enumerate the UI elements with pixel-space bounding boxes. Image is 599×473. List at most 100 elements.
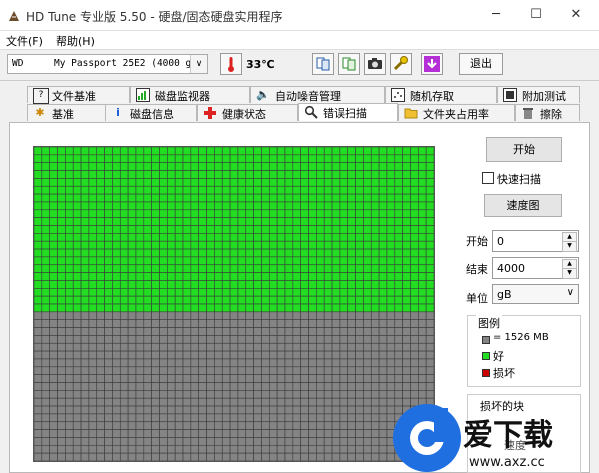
tab-extra-tests[interactable]: 附加测试 <box>497 86 580 103</box>
spin-down-icon[interactable]: ▼ <box>562 268 577 279</box>
scan-block <box>355 233 364 242</box>
scan-block <box>72 147 82 156</box>
scan-block <box>198 445 207 454</box>
scan-block <box>308 280 317 289</box>
scan-block <box>237 170 247 179</box>
scan-block <box>96 248 105 258</box>
scan-block <box>65 248 74 258</box>
scan-block <box>253 327 262 336</box>
maximize-button[interactable]: ☐ <box>526 6 546 24</box>
scan-block <box>425 193 434 203</box>
scan-block <box>323 319 333 328</box>
scan-block <box>41 170 50 179</box>
scan-block <box>127 178 137 187</box>
unit-select[interactable]: gB ∨ <box>492 284 579 304</box>
scan-block <box>378 303 388 313</box>
scan-block <box>268 366 278 375</box>
scan-block <box>284 170 294 179</box>
scan-block <box>284 288 294 297</box>
scan-block <box>323 311 333 320</box>
scan-block <box>237 335 247 344</box>
copy-all-button[interactable] <box>338 53 360 75</box>
scan-block <box>112 185 121 195</box>
scan-block <box>151 327 160 336</box>
tab-erase[interactable]: 擦除 <box>515 104 580 121</box>
scan-block <box>268 429 278 438</box>
scan-block <box>72 295 82 305</box>
scan-block <box>300 437 309 446</box>
spin-down-icon[interactable]: ▼ <box>562 241 577 252</box>
tab-disk-info[interactable]: i 磁盘信息 <box>105 104 197 121</box>
scan-block <box>143 382 152 391</box>
tab-disk-monitor[interactable]: 磁盘监视器 <box>130 86 250 103</box>
scan-block <box>268 421 278 430</box>
scan-block <box>143 413 152 423</box>
scan-block <box>370 162 380 171</box>
save-button[interactable] <box>421 53 443 75</box>
scan-block <box>151 264 160 273</box>
tab-noise-management[interactable]: 🔈 自动噪音管理 <box>250 86 385 103</box>
scan-block <box>253 162 262 171</box>
close-button[interactable]: ✕ <box>566 6 586 24</box>
thermometer-icon <box>220 53 242 75</box>
scan-block <box>402 350 411 360</box>
scan-block <box>339 413 349 423</box>
scan-block <box>96 437 105 446</box>
speed-map-button[interactable]: 速度图 <box>484 194 562 217</box>
scan-block <box>151 397 160 407</box>
tab-file-benchmark[interactable]: ? 文件基准 <box>27 86 130 104</box>
scan-block <box>394 233 403 242</box>
scan-block <box>34 256 43 266</box>
scan-block <box>190 358 200 368</box>
start-scan-button[interactable]: 开始 <box>486 137 562 162</box>
scan-block <box>292 280 301 289</box>
scan-block <box>284 193 294 203</box>
screenshot-button[interactable] <box>364 53 386 75</box>
menu-help[interactable]: 帮助(H) <box>56 33 95 49</box>
scan-block <box>229 193 239 203</box>
scan-block <box>386 303 396 313</box>
scan-block <box>34 233 43 242</box>
scan-block <box>104 342 113 352</box>
options-button[interactable] <box>390 53 412 75</box>
scan-block <box>268 256 278 266</box>
scan-block <box>253 374 262 383</box>
tab-random-access[interactable]: 随机存取 <box>385 86 497 103</box>
scan-block <box>410 272 419 281</box>
scan-block <box>268 147 278 156</box>
scan-block <box>363 209 372 218</box>
scan-block <box>237 429 247 438</box>
tab-error-scan[interactable]: 错误扫描 <box>298 103 398 121</box>
scan-block <box>214 303 223 313</box>
scan-block <box>292 327 301 336</box>
tab-folder-usage[interactable]: 文件夹占用率 <box>398 104 515 121</box>
scan-block <box>57 421 66 430</box>
drive-select[interactable]: WD My Passport 25E2 (4000 gB) ∨ <box>7 54 208 74</box>
scan-block <box>229 170 239 179</box>
exit-button[interactable]: 退出 <box>459 53 503 75</box>
scan-block <box>221 170 231 179</box>
scan-block <box>214 342 223 352</box>
scan-block <box>355 327 364 336</box>
scan-block <box>363 374 372 383</box>
minimize-button[interactable]: ─ <box>486 6 506 24</box>
scan-block <box>347 240 356 250</box>
scan-block <box>363 201 372 211</box>
copy-info-button[interactable] <box>312 53 334 75</box>
start-input[interactable]: 0 ▲ ▼ <box>492 230 579 252</box>
scan-block <box>253 295 262 305</box>
scan-block <box>402 209 411 218</box>
scan-block <box>316 162 325 171</box>
scan-block <box>96 272 105 281</box>
scan-block <box>127 240 137 250</box>
scan-block <box>410 303 419 313</box>
scan-block <box>221 429 231 438</box>
scan-block <box>104 311 113 320</box>
quick-scan-checkbox[interactable] <box>482 172 494 184</box>
scan-block <box>237 185 247 195</box>
end-input[interactable]: 4000 ▲ ▼ <box>492 257 579 279</box>
scan-block <box>221 397 231 407</box>
menu-file[interactable]: 文件(F) <box>6 33 43 49</box>
scan-block <box>127 405 137 415</box>
tab-health[interactable]: 健康状态 <box>197 104 298 121</box>
